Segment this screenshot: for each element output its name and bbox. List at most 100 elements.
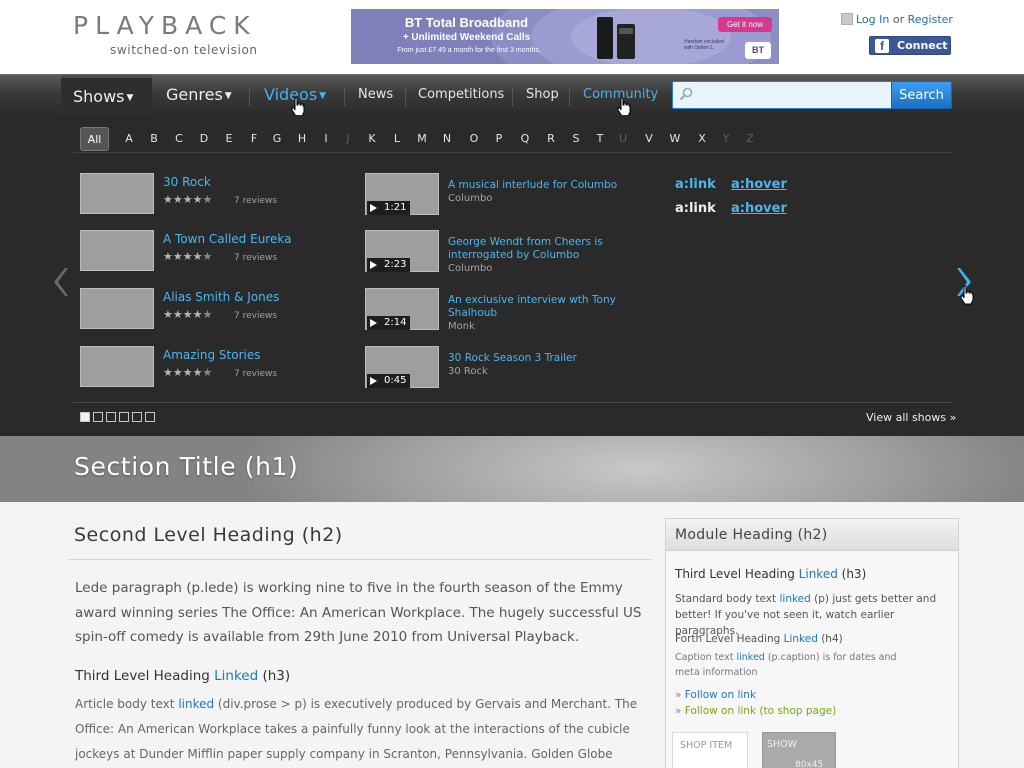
star-icon: ★ bbox=[202, 308, 213, 321]
pager-dot[interactable] bbox=[80, 412, 90, 422]
search-input[interactable] bbox=[672, 81, 892, 109]
star-icon: ★★★★ bbox=[163, 193, 203, 206]
video-thumbnail[interactable]: 2:23 bbox=[365, 230, 439, 272]
section-band: Section Title (h1) bbox=[0, 436, 1024, 502]
alpha-letter-p[interactable]: P bbox=[492, 127, 506, 151]
subheading-link[interactable]: Linked bbox=[214, 668, 258, 684]
alpha-letter-v[interactable]: V bbox=[642, 127, 656, 151]
show-item[interactable]: Amazing Stories ★★★★★ 7 reviews bbox=[80, 346, 340, 388]
video-title[interactable]: A musical interlude for Columbo bbox=[448, 179, 638, 192]
nav-news[interactable]: News bbox=[358, 75, 393, 116]
nav-shop[interactable]: Shop bbox=[526, 75, 559, 116]
star-icon: ★ bbox=[202, 366, 213, 379]
alpha-letter-n[interactable]: N bbox=[440, 127, 454, 151]
alpha-letter-x[interactable]: X bbox=[695, 127, 709, 151]
video-thumbnail[interactable]: 2:14 bbox=[365, 288, 439, 330]
shop-item-thumb[interactable]: SHOP ITEM bbox=[672, 732, 748, 768]
show-title[interactable]: 30 Rock bbox=[163, 175, 211, 189]
show-thumbnail[interactable] bbox=[80, 346, 154, 387]
alpha-letter-o[interactable]: O bbox=[467, 127, 481, 151]
alpha-letter-l[interactable]: L bbox=[390, 127, 404, 151]
search-form: Search bbox=[672, 81, 952, 109]
nav-competitions[interactable]: Competitions bbox=[418, 75, 504, 116]
play-icon bbox=[370, 261, 377, 269]
link-demo-link-blue[interactable]: a:link bbox=[675, 177, 716, 192]
caption-link[interactable]: linked bbox=[736, 652, 764, 663]
alpha-letter-m[interactable]: M bbox=[415, 127, 429, 151]
chevron-left-icon[interactable] bbox=[50, 265, 70, 299]
register-link[interactable]: Register bbox=[908, 13, 953, 26]
show-thumbnail[interactable] bbox=[80, 288, 154, 329]
show-title[interactable]: Alias Smith & Jones bbox=[163, 290, 279, 304]
alpha-letter-d[interactable]: D bbox=[197, 127, 211, 151]
video-item[interactable]: 0:45 30 Rock Season 3 Trailer 30 Rock bbox=[365, 346, 645, 390]
module-body-link[interactable]: linked bbox=[779, 593, 810, 605]
video-thumbnail[interactable]: 0:45 bbox=[365, 346, 439, 388]
alpha-letter-c[interactable]: C bbox=[172, 127, 186, 151]
show-item[interactable]: 30 Rock ★★★★★ 7 reviews bbox=[80, 173, 340, 215]
pager-dot[interactable] bbox=[145, 412, 155, 422]
module-h4-link[interactable]: Linked bbox=[784, 633, 818, 645]
video-title[interactable]: George Wendt from Cheers is interrogated… bbox=[448, 236, 638, 262]
sidebar-module: Module Heading (h2) Third Level Heading … bbox=[665, 518, 959, 768]
follow-on-link[interactable]: Follow on link bbox=[685, 689, 756, 701]
module-subheading-link[interactable]: Linked bbox=[799, 567, 838, 581]
alpha-letter-r[interactable]: R bbox=[544, 127, 558, 151]
pager-dot[interactable] bbox=[106, 412, 116, 422]
alpha-letter-b[interactable]: B bbox=[147, 127, 161, 151]
video-duration: 2:14 bbox=[367, 316, 410, 330]
alpha-letter-w[interactable]: W bbox=[668, 127, 682, 151]
facebook-connect-button[interactable]: f Connect bbox=[869, 36, 951, 55]
content-heading: Second Level Heading (h2) bbox=[74, 524, 343, 546]
alpha-letter-f[interactable]: F bbox=[247, 127, 261, 151]
show-thumbnail[interactable] bbox=[80, 173, 154, 214]
link-demo-hover-blue[interactable]: a:hover bbox=[731, 177, 787, 192]
alpha-letter-h[interactable]: H bbox=[295, 127, 309, 151]
video-item[interactable]: 2:23 George Wendt from Cheers is interro… bbox=[365, 230, 645, 274]
pager-dot[interactable] bbox=[93, 412, 103, 422]
link-demo-link-white[interactable]: a:link bbox=[675, 201, 716, 216]
alpha-letter-e[interactable]: E bbox=[222, 127, 236, 151]
video-item[interactable]: 1:21 A musical interlude for Columbo Col… bbox=[365, 173, 645, 217]
star-icon: ★ bbox=[202, 250, 213, 263]
alpha-letter-k[interactable]: K bbox=[365, 127, 379, 151]
show-title[interactable]: Amazing Stories bbox=[163, 348, 261, 362]
link-demo-hover-white[interactable]: a:hover bbox=[731, 201, 787, 216]
ad-fineprint: From just £7.49 a month for the first 3 … bbox=[397, 47, 541, 54]
alpha-letter-s[interactable]: S bbox=[569, 127, 583, 151]
nav-divider bbox=[344, 86, 345, 106]
login-link[interactable]: Log In bbox=[856, 13, 889, 26]
review-count: 7 reviews bbox=[234, 369, 278, 379]
show-item[interactable]: Alias Smith & Jones ★★★★★ 7 reviews bbox=[80, 288, 340, 330]
bt-banner-ad[interactable]: BT Total Broadband + Unlimited Weekend C… bbox=[351, 9, 779, 64]
playback-logo[interactable]: PLAYBACK switched-on television bbox=[73, 12, 303, 58]
alpha-letter-q[interactable]: Q bbox=[518, 127, 532, 151]
pager-dot[interactable] bbox=[119, 412, 129, 422]
video-thumbnail[interactable]: 1:21 bbox=[365, 173, 439, 215]
video-title[interactable]: An exclusive interview wth Tony Shalhoub bbox=[448, 294, 638, 320]
video-show: Columbo bbox=[448, 193, 493, 204]
alpha-letter-g[interactable]: G bbox=[270, 127, 284, 151]
show-thumbnail[interactable] bbox=[80, 230, 154, 271]
alpha-all[interactable]: All bbox=[80, 127, 109, 151]
alpha-letter-a[interactable]: A bbox=[122, 127, 136, 151]
follow-shop-link[interactable]: Follow on link (to shop page) bbox=[685, 705, 836, 717]
alpha-letter-t[interactable]: T bbox=[593, 127, 607, 151]
nav-shows[interactable]: Shows ▼ bbox=[61, 75, 152, 116]
alpha-letter-i[interactable]: I bbox=[319, 127, 333, 151]
alpha-letter-j: J bbox=[346, 132, 350, 145]
duration-text: 0:45 bbox=[384, 375, 407, 386]
auth-links: Log In or Register bbox=[841, 13, 953, 26]
search-button[interactable]: Search bbox=[891, 81, 952, 109]
nav-divider bbox=[249, 86, 250, 106]
video-item[interactable]: 2:14 An exclusive interview wth Tony Sha… bbox=[365, 288, 645, 332]
show-item[interactable]: A Town Called Eureka ★★★★★ 7 reviews bbox=[80, 230, 340, 272]
show-thumb[interactable]: SHOW 80x45 bbox=[762, 732, 836, 768]
show-title[interactable]: A Town Called Eureka bbox=[163, 232, 291, 246]
pager-dot[interactable] bbox=[132, 412, 142, 422]
prose-link[interactable]: linked bbox=[178, 697, 214, 711]
nav-genres[interactable]: Genres ▼ bbox=[166, 75, 232, 116]
video-title[interactable]: 30 Rock Season 3 Trailer bbox=[448, 352, 638, 365]
view-all-shows-link[interactable]: View all shows » bbox=[866, 411, 956, 424]
ad-cta-button[interactable]: Get it now bbox=[718, 17, 772, 32]
